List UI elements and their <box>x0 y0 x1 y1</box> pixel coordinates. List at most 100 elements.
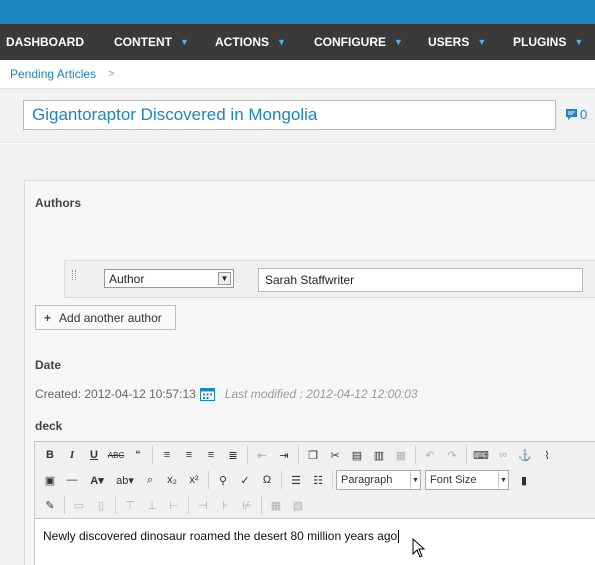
format-select-value: Paragraph <box>341 474 393 486</box>
highlight-color-icon[interactable]: ab▾ <box>111 469 139 491</box>
chevron-down-icon: ▼ <box>218 272 231 285</box>
anchor-icon[interactable]: ⚓ <box>514 444 536 466</box>
outdent-icon[interactable]: ⇤ <box>251 444 273 466</box>
align-left-icon[interactable]: ≡ <box>156 444 178 466</box>
font-size-select[interactable]: Font Size ▼ <box>425 470 509 490</box>
editor-toolbar-row-3: ✎ ▭ ▯ ⊤ ⊥ ⊢ ⊣ ⊦ ⊬ ▦ ▧ <box>35 492 595 518</box>
cut-icon[interactable]: ✂ <box>324 444 346 466</box>
add-author-label: Add another author <box>59 310 162 325</box>
numbered-list-icon[interactable]: ☷ <box>307 469 329 491</box>
strikethrough-button[interactable]: ABC <box>105 444 127 466</box>
plus-icon: + <box>44 310 52 325</box>
paste-icon[interactable]: ▤ <box>346 444 368 466</box>
chevron-down-icon: ▼ <box>477 37 487 47</box>
toolbar-divider <box>298 446 299 464</box>
chevron-down-icon: ▼ <box>498 471 508 489</box>
delete-row-icon[interactable]: ⊢ <box>163 494 185 516</box>
date-heading: Date <box>35 358 62 372</box>
breadcrumb: Pending Articles > <box>0 60 595 89</box>
author-name-field[interactable]: Sarah Staffwriter <box>258 268 583 292</box>
nav-configure[interactable]: CONFIGURE ▼ <box>309 35 423 49</box>
indent-icon[interactable]: ⇥ <box>273 444 295 466</box>
attachment-icon[interactable]: ⌇ <box>536 444 558 466</box>
paste-text-icon[interactable]: ▥ <box>368 444 390 466</box>
authors-heading: Authors <box>35 196 81 210</box>
insert-col-after-icon[interactable]: ⊦ <box>214 494 236 516</box>
delete-col-icon[interactable]: ⊬ <box>236 494 258 516</box>
insert-row-after-icon[interactable]: ⊥ <box>141 494 163 516</box>
chevron-right-icon: > <box>108 68 115 80</box>
page-break-icon[interactable]: ▮ <box>513 469 535 491</box>
nav-plugins[interactable]: PLUGINS ▼ <box>508 35 593 49</box>
table-col-icon[interactable]: ▯ <box>90 494 112 516</box>
bold-button[interactable]: B <box>39 444 61 466</box>
chevron-down-icon: ▼ <box>180 37 189 47</box>
source-code-icon[interactable]: ⌨ <box>470 444 492 466</box>
insert-col-before-icon[interactable]: ⊣ <box>192 494 214 516</box>
nav-dashboard[interactable]: DASHBOARD <box>0 35 109 49</box>
article-title-input[interactable]: Gigantoraptor Discovered in Mongolia <box>23 100 556 130</box>
deck-content-area[interactable]: Newly discovered dinosaur roamed the des… <box>35 518 595 565</box>
calendar-icon[interactable] <box>199 387 215 401</box>
bullet-list-icon[interactable]: ☰ <box>285 469 307 491</box>
breadcrumb-pending-articles[interactable]: Pending Articles <box>10 67 96 81</box>
nav-label: PLUGINS <box>513 35 567 49</box>
italic-button[interactable]: I <box>61 444 83 466</box>
blockquote-button[interactable]: “ <box>127 444 149 466</box>
nav-users[interactable]: USERS ▼ <box>423 35 508 49</box>
nav-content[interactable]: CONTENT ▼ <box>109 35 210 49</box>
date-info: Created: 2012-04-12 10:57:13 Last modifi… <box>35 387 418 401</box>
toolbar-divider <box>247 446 248 464</box>
copy-icon[interactable]: ❐ <box>302 444 324 466</box>
special-character-icon[interactable]: Ω <box>256 469 278 491</box>
toolbar-divider <box>152 446 153 464</box>
subscript-icon[interactable]: x₂ <box>161 469 183 491</box>
mouse-cursor-icon <box>412 538 426 558</box>
search-icon[interactable]: ⚲ <box>212 469 234 491</box>
align-justify-icon[interactable]: ≣ <box>222 444 244 466</box>
superscript-icon[interactable]: x² <box>183 469 205 491</box>
toolbar-divider <box>281 471 282 489</box>
nav-label: ACTIONS <box>215 35 269 49</box>
drag-handle-icon[interactable] <box>72 270 76 280</box>
link-icon[interactable]: ∞ <box>492 444 514 466</box>
modified-date: Last modified : 2012-04-12 12:00:03 <box>224 387 418 401</box>
author-role-select[interactable]: Author ▼ <box>104 269 234 288</box>
toolbar-divider <box>415 446 416 464</box>
align-right-icon[interactable]: ≡ <box>200 444 222 466</box>
format-select[interactable]: Paragraph ▼ <box>336 470 421 490</box>
main-nav: DASHBOARD CONTENT ▼ ACTIONS ▼ CONFIGURE ▼ U… <box>0 24 595 60</box>
undo-icon[interactable]: ↶ <box>419 444 441 466</box>
split-cells-icon[interactable]: ▦ <box>265 494 287 516</box>
toolbar-divider <box>332 471 333 489</box>
deck-heading: deck <box>35 419 63 433</box>
text-color-icon[interactable]: A▾ <box>83 469 111 491</box>
font-size-select-value: Font Size <box>430 474 477 486</box>
edit-icon[interactable]: ✎ <box>39 494 61 516</box>
nav-label: CONFIGURE <box>314 35 386 49</box>
underline-button[interactable]: U <box>83 444 105 466</box>
title-bar: Gigantoraptor Discovered in Mongolia 0 <box>0 89 595 143</box>
toolbar-divider <box>466 446 467 464</box>
toolbar-divider <box>261 496 262 514</box>
nav-label: USERS <box>428 35 470 49</box>
spellcheck-icon[interactable]: ✓ <box>234 469 256 491</box>
merge-cells-icon[interactable]: ▧ <box>287 494 309 516</box>
add-author-button[interactable]: + Add another author <box>35 305 176 330</box>
align-center-icon[interactable]: ≡ <box>178 444 200 466</box>
comments-link[interactable]: 0 <box>565 107 587 122</box>
redo-icon[interactable]: ↷ <box>441 444 463 466</box>
image-icon[interactable]: ▣ <box>39 469 61 491</box>
chevron-down-icon: ▼ <box>394 37 403 47</box>
horizontal-rule-icon[interactable]: — <box>61 469 83 491</box>
toolbar-divider <box>188 496 189 514</box>
paste-word-icon[interactable]: ▦ <box>390 444 412 466</box>
find-replace-icon[interactable]: ⌕ <box>139 469 161 491</box>
table-row-icon[interactable]: ▭ <box>68 494 90 516</box>
deck-text: Newly discovered dinosaur roamed the des… <box>43 529 400 544</box>
nav-actions[interactable]: ACTIONS ▼ <box>210 35 309 49</box>
author-role-value: Author <box>109 271 145 286</box>
insert-row-before-icon[interactable]: ⊤ <box>119 494 141 516</box>
editor-toolbar-row-2: ▣ — A▾ ab▾ ⌕ x₂ x² ⚲ ✓ Ω ☰ ☷ Paragraph ▼… <box>35 467 595 493</box>
chevron-down-icon: ▼ <box>277 37 286 47</box>
